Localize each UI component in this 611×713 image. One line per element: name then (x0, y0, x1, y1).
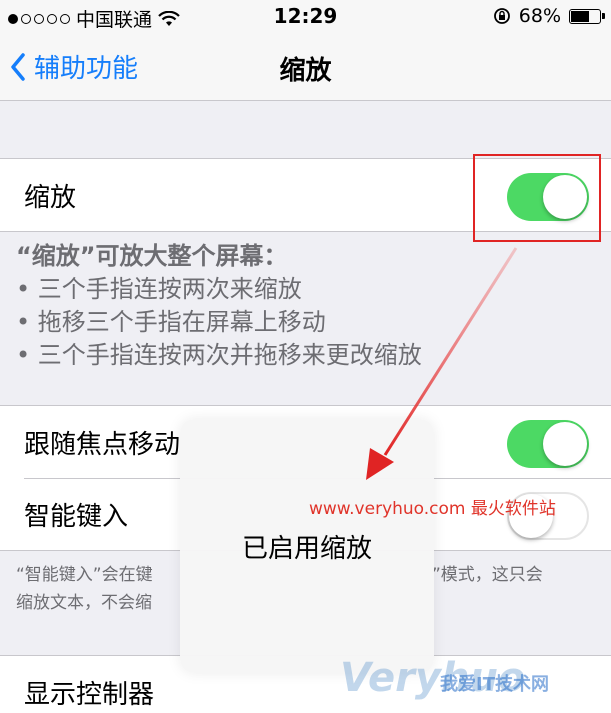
smart-typing-desc-start: “智能键入”会在键 (16, 565, 153, 585)
navigation-bar: 辅助功能 缩放 (0, 34, 611, 101)
zoom-description: “缩放”可放大整个屏幕： • 三个手指连按两次来缩放 • 拖移三个手指在屏幕上移… (16, 240, 595, 372)
zoom-description-bullet: • 三个手指连按两次并拖移来更改缩放 (16, 341, 422, 369)
battery-percent: 68% (518, 5, 561, 27)
zoom-description-bullet: • 拖移三个手指在屏幕上移动 (16, 308, 326, 336)
highlight-box (473, 154, 601, 242)
smart-typing-desc-end: ”模式，这只会 (432, 565, 543, 585)
zoom-description-bullet: • 三个手指连按两次来缩放 (16, 275, 302, 303)
show-controller-label: 显示控制器 (24, 679, 155, 710)
site-watermark: www.veryhuo.com 最火软件站 (309, 499, 556, 519)
settings-screen: 中国联通 12:29 68% 辅助功能 缩放 缩放 “缩放”可放大整个屏幕： •… (0, 0, 611, 713)
follow-focus-toggle[interactable] (507, 420, 589, 468)
hud-message: 已启用缩放 (241, 533, 372, 564)
rotation-lock-icon (493, 8, 510, 24)
status-right: 68% (493, 5, 605, 27)
smart-typing-label: 智能键入 (24, 501, 129, 532)
zoom-label: 缩放 (24, 182, 77, 213)
follow-focus-label: 跟随焦点移动 (24, 429, 181, 460)
logo-watermark-cn: 我爱IT技术网 (440, 674, 549, 695)
zoom-description-intro: “缩放”可放大整个屏幕： (16, 242, 288, 270)
battery-icon (569, 8, 605, 24)
zoom-enabled-hud: 已启用缩放 (180, 419, 434, 673)
status-bar: 中国联通 12:29 68% (0, 0, 611, 34)
page-title: 缩放 (279, 56, 332, 86)
